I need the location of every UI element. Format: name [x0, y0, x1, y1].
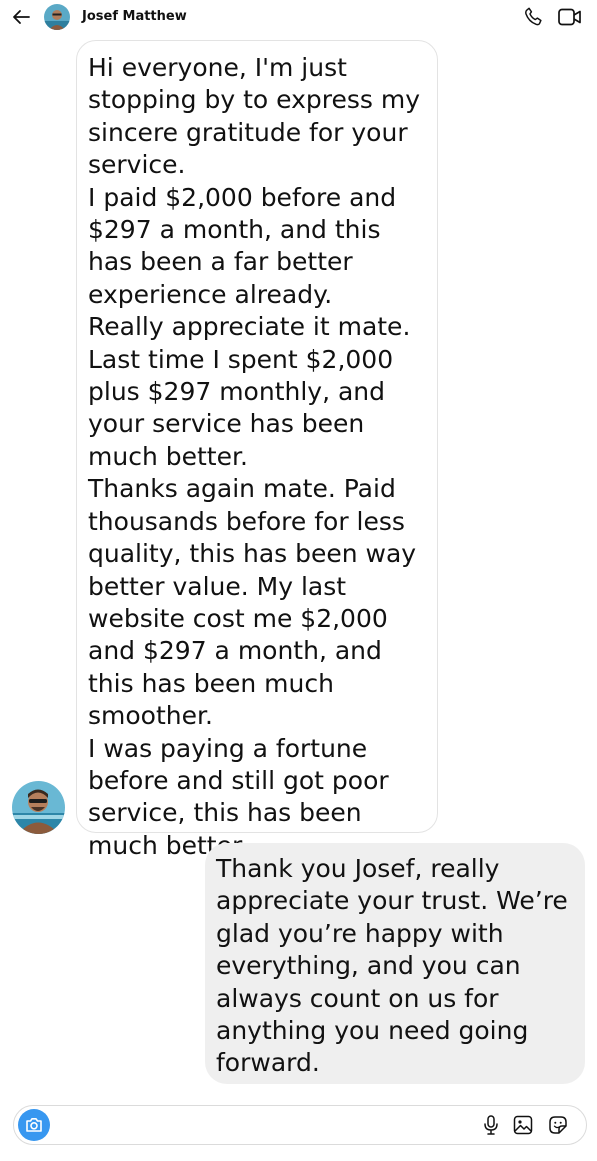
message-paragraph: Hi everyone, I'm just stopping by to exp… — [88, 53, 420, 180]
avatar[interactable] — [44, 4, 70, 30]
message-composer[interactable] — [13, 1105, 587, 1145]
back-arrow-icon[interactable] — [10, 6, 32, 28]
microphone-icon[interactable] — [480, 1114, 502, 1136]
outgoing-message-bubble[interactable]: Thank you Josef, really appreciate your … — [205, 843, 585, 1084]
gallery-icon[interactable] — [512, 1114, 534, 1136]
message-paragraph: Really appreciate it mate. Last time I s… — [88, 312, 411, 471]
message-paragraph: I paid $2,000 before and $297 a month, a… — [88, 182, 397, 309]
message-paragraph: Thanks again mate. Paid thousands before… — [88, 474, 417, 731]
camera-icon[interactable] — [18, 1109, 50, 1141]
phone-icon[interactable] — [523, 6, 545, 28]
chat-header: Josef Matthew — [0, 0, 597, 34]
sticker-icon[interactable] — [547, 1114, 569, 1136]
sender-avatar[interactable] — [12, 781, 65, 834]
video-camera-icon[interactable] — [557, 6, 583, 28]
contact-name[interactable]: Josef Matthew — [82, 9, 187, 24]
message-text: Thank you Josef, really appreciate your … — [216, 854, 568, 1078]
incoming-message-bubble[interactable]: Hi everyone, I'm just stopping by to exp… — [76, 40, 438, 860]
